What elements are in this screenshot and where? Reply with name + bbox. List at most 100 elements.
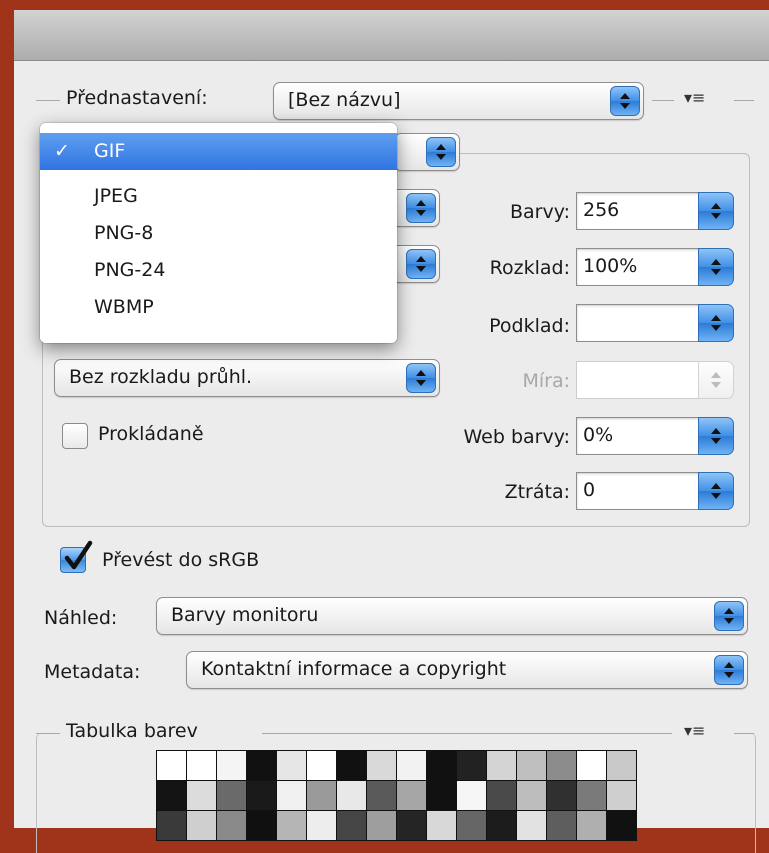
convert-srgb-checkbox[interactable]: [60, 540, 93, 573]
color-swatch[interactable]: [157, 811, 186, 840]
format-menu-item-label: GIF: [94, 140, 126, 162]
color-swatch[interactable]: [517, 751, 546, 780]
checkmark-icon: ✓: [54, 140, 70, 162]
metadata-select[interactable]: Kontaktní informace a copyright: [186, 651, 748, 689]
panel-menu-icon[interactable]: ▾≡: [684, 88, 705, 107]
color-swatch[interactable]: [247, 751, 276, 780]
amount-label: Míra:: [522, 370, 570, 392]
window-titlebar: [14, 10, 769, 61]
color-swatch[interactable]: [307, 781, 336, 810]
color-swatch[interactable]: [397, 781, 426, 810]
dither-label: Rozklad:: [489, 257, 570, 279]
format-menu-item-label: PNG-24: [94, 259, 166, 281]
format-menu-item-label: WBMP: [94, 296, 154, 318]
color-swatch[interactable]: [367, 811, 396, 840]
color-swatch[interactable]: [187, 781, 216, 810]
color-swatch[interactable]: [607, 751, 636, 780]
color-swatch[interactable]: [367, 751, 396, 780]
interlaced-label: Prokládaně: [98, 423, 204, 445]
web-snap-field[interactable]: 0%: [576, 417, 702, 455]
format-menu-item-gif[interactable]: ✓ GIF: [40, 133, 397, 170]
amount-stepper: [698, 361, 734, 399]
color-swatch[interactable]: [277, 811, 306, 840]
color-swatch[interactable]: [547, 751, 576, 780]
web-snap-stepper[interactable]: [698, 417, 734, 455]
color-swatch[interactable]: [337, 751, 366, 780]
color-swatch[interactable]: [337, 781, 366, 810]
color-table-menu-icon[interactable]: ▾≡: [684, 721, 705, 740]
preview-value: Barvy monitoru: [171, 604, 319, 626]
color-table-line-left: [36, 733, 60, 734]
color-swatch[interactable]: [607, 781, 636, 810]
color-swatch[interactable]: [457, 811, 486, 840]
color-swatch[interactable]: [427, 811, 456, 840]
preset-group-line-mid: [652, 100, 674, 101]
color-swatch[interactable]: [337, 811, 366, 840]
color-swatch[interactable]: [487, 781, 516, 810]
color-swatch[interactable]: [157, 751, 186, 780]
color-table-title: Tabulka barev: [66, 720, 198, 742]
color-swatch[interactable]: [247, 811, 276, 840]
preset-label: Přednastavení:: [66, 87, 208, 109]
metadata-label: Metadata:: [44, 661, 141, 683]
matte-field[interactable]: [576, 304, 702, 342]
color-swatch[interactable]: [217, 751, 246, 780]
format-menu-item-png8[interactable]: PNG-8: [40, 215, 397, 252]
color-swatch[interactable]: [487, 811, 516, 840]
color-swatch[interactable]: [427, 781, 456, 810]
color-swatch[interactable]: [517, 811, 546, 840]
matte-stepper[interactable]: [698, 304, 734, 342]
color-swatch[interactable]: [217, 811, 246, 840]
up-down-arrows-icon: [406, 363, 436, 393]
up-down-arrows-icon: [426, 137, 456, 167]
color-swatch[interactable]: [487, 751, 516, 780]
color-swatch[interactable]: [457, 781, 486, 810]
format-select[interactable]: [394, 133, 460, 171]
dither-value: 100%: [583, 255, 638, 277]
color-swatch[interactable]: [277, 781, 306, 810]
lossy-stepper[interactable]: [698, 472, 734, 510]
color-swatch[interactable]: [577, 781, 606, 810]
color-swatch[interactable]: [187, 811, 216, 840]
color-swatch[interactable]: [307, 751, 336, 780]
color-swatch[interactable]: [577, 751, 606, 780]
interlaced-checkbox[interactable]: [62, 423, 88, 449]
color-swatch[interactable]: [307, 811, 336, 840]
preview-select[interactable]: Barvy monitoru: [156, 597, 748, 635]
lossy-label: Ztráta:: [504, 481, 570, 503]
color-swatch[interactable]: [397, 811, 426, 840]
color-swatch[interactable]: [547, 781, 576, 810]
color-table-grid[interactable]: [156, 750, 637, 841]
color-swatch[interactable]: [367, 781, 396, 810]
up-down-arrows-icon: [714, 601, 744, 631]
format-menu-item-wbmp[interactable]: WBMP: [40, 289, 397, 326]
web-snap-label: Web barvy:: [463, 426, 571, 448]
color-swatch[interactable]: [457, 751, 486, 780]
color-swatch[interactable]: [217, 781, 246, 810]
matte-label: Podklad:: [489, 315, 570, 337]
color-swatch[interactable]: [397, 751, 426, 780]
up-down-arrows-icon: [406, 193, 436, 223]
color-swatch[interactable]: [247, 781, 276, 810]
format-menu-item-png24[interactable]: PNG-24: [40, 252, 397, 289]
checkmark-icon: [64, 540, 93, 570]
transparency-dither-select[interactable]: Bez rozkladu průhl.: [54, 359, 440, 397]
color-swatch[interactable]: [577, 811, 606, 840]
color-swatch[interactable]: [517, 781, 546, 810]
color-table-line-right: [734, 733, 754, 734]
transparency-dither-value: Bez rozkladu průhl.: [69, 366, 253, 388]
color-swatch[interactable]: [277, 751, 306, 780]
color-swatch[interactable]: [427, 751, 456, 780]
dither-field[interactable]: 100%: [576, 248, 702, 286]
preset-group-line-right: [734, 100, 754, 101]
dither-stepper[interactable]: [698, 248, 734, 286]
color-swatch[interactable]: [187, 751, 216, 780]
format-menu-item-jpeg[interactable]: JPEG: [40, 178, 397, 215]
colors-field[interactable]: 256: [576, 192, 702, 230]
colors-stepper[interactable]: [698, 192, 734, 230]
lossy-field[interactable]: 0: [576, 472, 702, 510]
preset-select[interactable]: [Bez názvu]: [273, 82, 644, 120]
color-swatch[interactable]: [607, 811, 636, 840]
color-swatch[interactable]: [547, 811, 576, 840]
color-swatch[interactable]: [157, 781, 186, 810]
